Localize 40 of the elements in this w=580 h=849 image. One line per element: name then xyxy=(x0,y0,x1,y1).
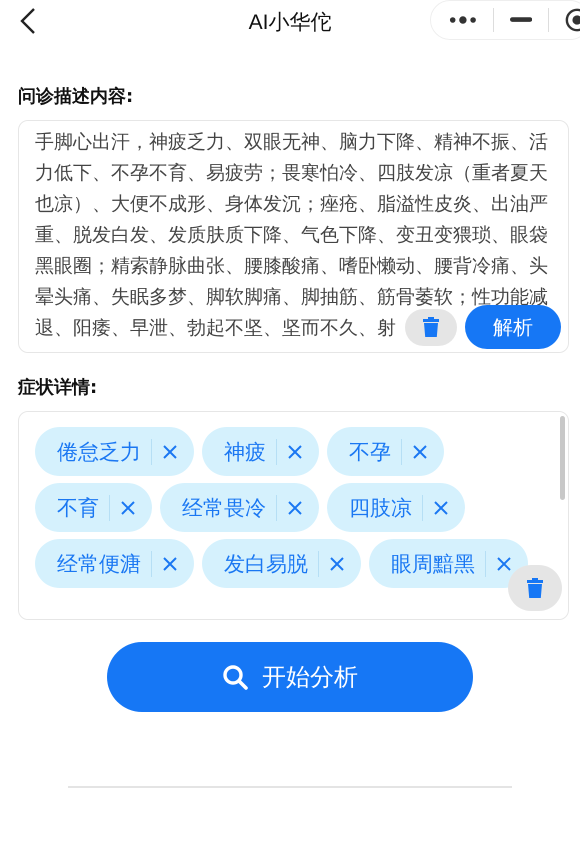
description-line: 力低下、不孕不育、易疲劳；畏寒怕冷、四肢发凉（重者夏天 xyxy=(35,162,548,184)
tag-label: 四肢凉 xyxy=(349,494,412,522)
parse-button[interactable]: 解析 xyxy=(465,305,561,349)
tag-label: 经常畏冷 xyxy=(182,494,266,522)
tag-label: 眼周黯黑 xyxy=(391,550,475,578)
clear-button[interactable] xyxy=(405,308,457,346)
tag-label: 神疲 xyxy=(224,438,266,466)
description-line: 退、阳痿、早泄、勃起不坚、坚而不久、射 xyxy=(35,317,396,339)
back-icon[interactable] xyxy=(18,6,38,36)
close-icon[interactable] xyxy=(120,500,136,516)
more-icon[interactable] xyxy=(449,15,477,25)
trash-icon xyxy=(422,316,440,338)
description-line: 黑眼圈；精索静脉曲张、腰膝酸痛、嗜卧懒动、腰背冷痛、头 xyxy=(35,255,548,277)
scrollbar[interactable] xyxy=(560,416,565,500)
section-label: 问诊描述内容: xyxy=(18,85,134,108)
description-line: 晕头痛、失眠多梦、脚软脚痛、脚抽筋、筋骨萎软；性功能减 xyxy=(35,286,548,308)
description-line: 重、脱发白发、发质肤质下降、气色下降、变丑变猥琐、眼袋 xyxy=(35,224,548,246)
close-icon[interactable] xyxy=(162,444,178,460)
tag-label: 经常便溏 xyxy=(57,550,141,578)
close-icon[interactable] xyxy=(287,500,303,516)
description-line: 也凉）、大便不成形、身体发沉；痤疮、脂溢性皮炎、出油严 xyxy=(35,193,548,215)
tag-label: 不育 xyxy=(57,494,99,522)
tag-label: 倦怠乏力 xyxy=(57,438,141,466)
close-icon[interactable] xyxy=(329,556,345,572)
start-analysis-button[interactable]: 开始分析 xyxy=(107,642,473,712)
close-icon[interactable] xyxy=(496,556,512,572)
section-label: 症状详情: xyxy=(18,376,98,399)
close-icon[interactable] xyxy=(162,556,178,572)
trash-icon xyxy=(526,577,544,599)
search-icon xyxy=(222,664,248,690)
tag-label: 发白易脱 xyxy=(224,550,308,578)
close-icon[interactable] xyxy=(433,500,449,516)
page-title: AI小华佗 xyxy=(248,10,332,36)
tag-label: 不孕 xyxy=(349,438,391,466)
clear-button[interactable] xyxy=(508,565,562,611)
minimize-icon[interactable] xyxy=(510,17,532,23)
close-icon[interactable] xyxy=(287,444,303,460)
description-field[interactable]: 手脚心出汗，神疲乏力、双眼无神、脑力下降、精神不振、活 力低下、不孕不育、易疲劳；畏寒怕冷、四肢发凉（重者夏天 也凉）、大便不成形、身体发沉；痤疮、脂溢性皮炎、出油严 重、脱发白发、发质肤质下降、气色下降、变丑变猥琐、眼袋 黑眼圈；精索静脉曲张、腰膝酸痛、嗜卧懒动、腰背冷痛、头 晕头痛、失眠多梦、脚软脚痛、脚抽筋、筋骨萎软；性功能减 退、阳痿、早泄、勃起不坚、坚而不久、射 解析 xyxy=(18,120,569,353)
description-line: 手脚心出汗，神疲乏力、双眼无神、脑力下降、精神不振、活 xyxy=(35,131,548,153)
close-icon[interactable] xyxy=(412,444,428,460)
